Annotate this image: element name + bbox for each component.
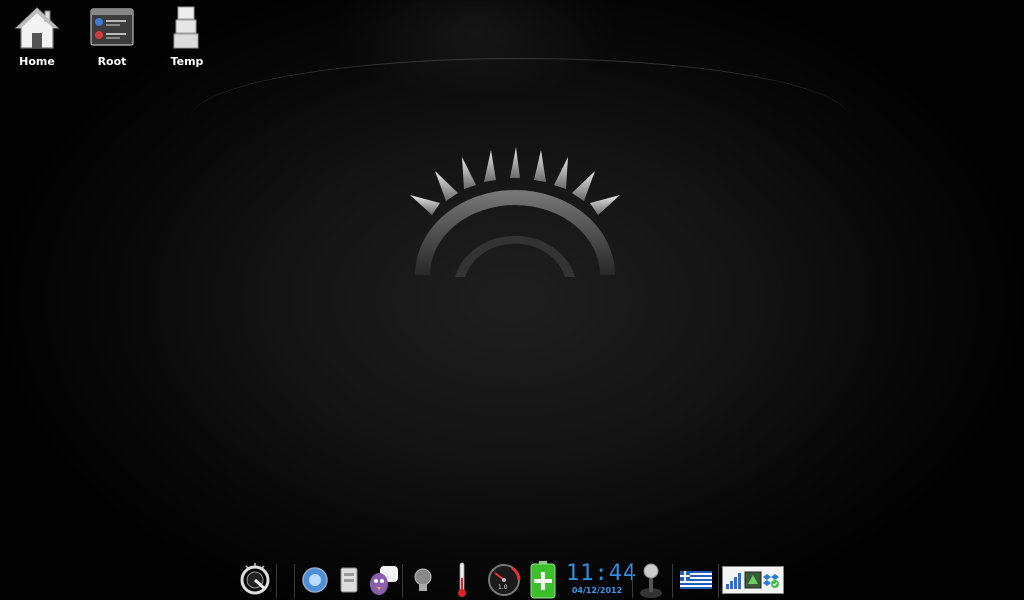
clock-time[interactable]: 11:44 bbox=[566, 562, 636, 586]
desktop-icon-root[interactable]: Root bbox=[77, 4, 147, 70]
desktop-icon-label: Root bbox=[97, 55, 127, 68]
joystick-icon[interactable] bbox=[636, 560, 666, 600]
file-manager-icon[interactable] bbox=[336, 560, 362, 600]
temp-boxes-icon bbox=[173, 6, 199, 49]
taskbar-separator bbox=[402, 564, 403, 598]
taskbar-separator bbox=[632, 564, 633, 598]
update-icon[interactable] bbox=[744, 570, 762, 590]
taskbar-separator bbox=[672, 564, 673, 598]
desktop: Home Root Temp 1.0 11:44 04/12/2012 bbox=[0, 0, 1024, 600]
speedometer-label: 1.0 bbox=[498, 584, 508, 591]
system-tray bbox=[722, 566, 784, 594]
home-icon bbox=[14, 7, 60, 49]
browser-icon[interactable] bbox=[300, 560, 330, 600]
menu-logo-icon[interactable] bbox=[238, 560, 272, 600]
network-signal-icon[interactable] bbox=[725, 570, 743, 590]
taskbar-separator bbox=[718, 564, 719, 598]
top-arc bbox=[190, 58, 850, 119]
clock-date[interactable]: 04/12/2012 bbox=[566, 586, 628, 595]
chat-icon[interactable] bbox=[366, 560, 400, 600]
desktop-icon-home[interactable]: Home bbox=[2, 4, 72, 70]
speedometer-icon[interactable]: 1.0 bbox=[486, 560, 522, 600]
greece-flag-icon[interactable] bbox=[680, 560, 712, 600]
lightbulb-icon[interactable] bbox=[410, 560, 436, 600]
taskbar: 1.0 11:44 04/12/2012 bbox=[236, 560, 788, 600]
desktop-icon-temp[interactable]: Temp bbox=[152, 4, 222, 70]
thermometer-icon[interactable] bbox=[452, 560, 472, 600]
root-window-icon bbox=[90, 8, 134, 46]
dropbox-icon[interactable] bbox=[763, 570, 781, 590]
battery-icon[interactable] bbox=[528, 560, 558, 600]
desktop-icon-label: Home bbox=[19, 55, 55, 68]
taskbar-separator bbox=[294, 564, 295, 598]
desktop-icon-label: Temp bbox=[170, 55, 204, 68]
distro-logo-icon bbox=[410, 147, 620, 277]
taskbar-separator bbox=[276, 564, 277, 598]
